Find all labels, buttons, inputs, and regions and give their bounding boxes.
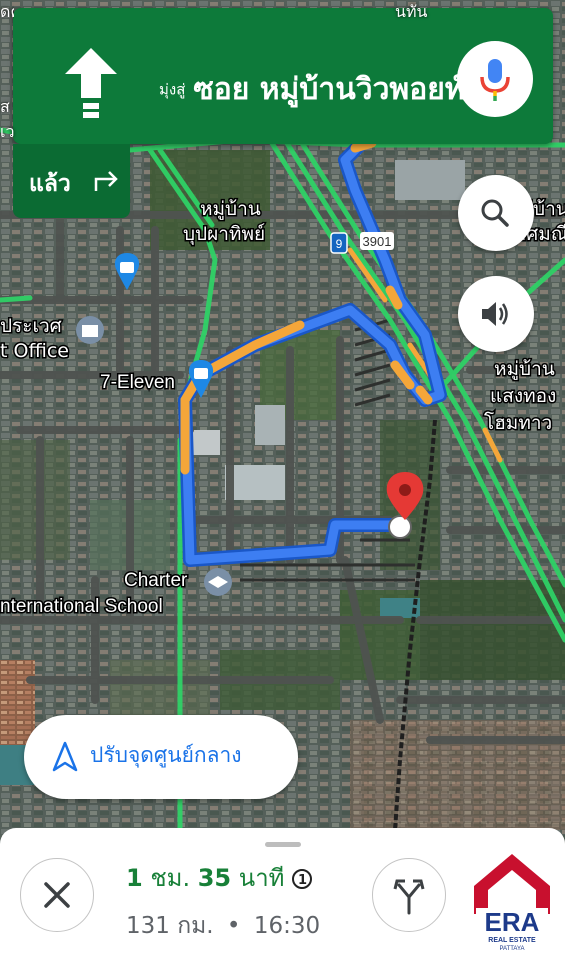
post-office-poi-marker[interactable] bbox=[76, 316, 104, 344]
eta-minutes-unit: นาที bbox=[238, 864, 285, 892]
map-label-top-fragment-2: ดคาร bbox=[0, 2, 14, 21]
trip-distance: 131 กม. bbox=[126, 913, 214, 939]
then-label: แล้ว bbox=[29, 171, 71, 197]
voice-search-button[interactable] bbox=[457, 41, 533, 117]
nav-street-name: ซอย หมู่บ้านวิวพอยท์ bbox=[193, 72, 465, 107]
sound-button[interactable] bbox=[458, 276, 534, 352]
navigation-banner[interactable]: มุ่งสู่ ซอย หมู่บ้านวิวพอยท์ bbox=[13, 8, 553, 144]
eta-hours: 1 bbox=[126, 864, 143, 892]
map-label-top-fragment-4: เว bbox=[0, 122, 15, 141]
map-label-village-1b: บุปผาทิพย์ bbox=[183, 223, 265, 246]
map-label-village-3a: หมู่บ้าน bbox=[494, 358, 555, 380]
school-poi-marker[interactable] bbox=[204, 568, 232, 596]
navigation-arrow-icon bbox=[52, 741, 78, 772]
nav-direction-prefix: มุ่งสู่ bbox=[159, 80, 186, 99]
map-label-seven-eleven: 7-Eleven bbox=[100, 372, 175, 393]
nav-instruction: มุ่งสู่ ซอย หมู่บ้านวิวพอยท์ bbox=[159, 66, 465, 113]
eta-minutes: 35 bbox=[197, 864, 232, 892]
trip-separator: • bbox=[226, 913, 241, 939]
alt-route-icon bbox=[393, 879, 425, 915]
era-subtitle-2: PATTAYA bbox=[499, 946, 524, 952]
eta-duration: 1 ชม. 35 นาที 1 bbox=[126, 858, 313, 897]
era-subtitle-1: REAL ESTATE bbox=[488, 937, 536, 944]
map-label-village-1a: หมู่บ้าน bbox=[200, 198, 261, 220]
drag-handle[interactable] bbox=[265, 842, 301, 847]
straight-arrow-icon bbox=[65, 48, 117, 118]
road-number-label: 3901 bbox=[360, 232, 394, 250]
trip-summary: 131 กม. • 16:30 bbox=[126, 908, 320, 944]
trip-arrival-time: 16:30 bbox=[253, 913, 321, 939]
exit-navigation-button[interactable] bbox=[20, 858, 94, 932]
svg-text:3901: 3901 bbox=[363, 234, 392, 249]
map-label-post-office-b: t Office bbox=[0, 340, 69, 362]
svg-text:9: 9 bbox=[336, 237, 343, 251]
turn-right-icon bbox=[94, 171, 118, 191]
map-label-village-3c: โฮมทาว bbox=[484, 411, 552, 434]
map-label-school-b: nternational School bbox=[0, 596, 163, 617]
eta-hours-unit: ชม. bbox=[150, 864, 191, 892]
recenter-button[interactable]: ปรับจุดศูนย์กลาง bbox=[24, 715, 298, 799]
volume-icon bbox=[482, 302, 508, 326]
map-label-top-fragment-1: นทัน bbox=[395, 2, 428, 21]
close-icon bbox=[44, 882, 70, 908]
era-logo: ERA REAL ESTATE PATTAYA bbox=[474, 854, 550, 952]
trip-panel[interactable]: 1 ชม. 35 นาที 1 131 กม. • 16:30 ERA REAL … bbox=[0, 828, 565, 960]
route-shield: 9 bbox=[330, 232, 348, 254]
mic-icon bbox=[480, 59, 510, 101]
next-maneuver-box[interactable]: แล้ว bbox=[13, 144, 130, 218]
map-label-top-fragment-3: ส bbox=[0, 97, 10, 116]
alternate-routes-button[interactable] bbox=[372, 858, 446, 932]
search-icon bbox=[481, 199, 509, 227]
eta-info-icon[interactable]: 1 bbox=[292, 869, 313, 889]
map-label-village-3b: แสงทอง bbox=[490, 385, 556, 407]
era-brand: ERA bbox=[485, 907, 540, 937]
map-label-school-a: Charter bbox=[124, 570, 188, 591]
search-button[interactable] bbox=[458, 175, 534, 251]
recenter-label: ปรับจุดศูนย์กลาง bbox=[90, 743, 242, 767]
map-label-post-office-a: ประเวศ bbox=[0, 315, 62, 337]
